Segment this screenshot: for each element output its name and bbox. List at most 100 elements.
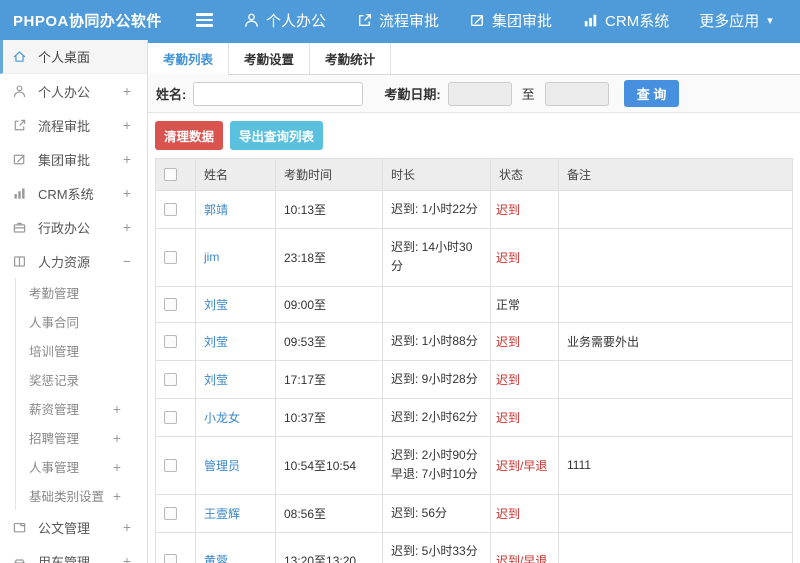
sidebar-item-label: 个人办公 [38,84,91,100]
sidebar-item-admin-office[interactable]: 行政办公 + [0,210,147,244]
sidebar-item-personal-office[interactable]: 个人办公 + [0,74,147,108]
tab-attendance-list[interactable]: 考勤列表 [148,43,230,75]
status-text: 迟到/早退 [496,458,548,473]
sidebar-item-basic-category-settings[interactable]: 基础类别设置 + [16,481,147,510]
topnav-item-personal-office[interactable]: 个人办公 [243,10,326,31]
attendance-time-text: 17:17至 [284,372,327,387]
flow-icon [356,12,373,29]
sidebar-item-training-management[interactable]: 培训管理 [16,336,147,365]
sidebar-item-personnel-management[interactable]: 人事管理 + [16,452,147,481]
row-checkbox-cell [155,285,196,323]
tab-attendance-settings[interactable]: 考勤设置 [229,43,311,74]
menu-toggle-button[interactable] [196,13,213,27]
column-header-label: 状态 [499,168,524,182]
top-navigation: 个人办公 流程审批 集团审批 CRM系统 更多应用 ▾ [243,10,773,31]
status-cell: 迟到/早退 [490,531,559,563]
status-text: 迟到 [496,334,521,349]
plus-icon: + [122,219,131,235]
attendance-time-text: 23:18至 [284,250,327,265]
sidebar-item-human-resources[interactable]: 人力资源 − [0,244,147,278]
row-checkbox[interactable] [164,334,177,348]
column-header: 状态 [490,158,559,191]
edit-icon [12,152,28,167]
sidebar-item-recruitment-management[interactable]: 招聘管理 + [16,423,147,452]
doc-icon [12,520,28,535]
chart-icon [12,186,28,201]
sidebar-subitem-label: 人事合同 [29,316,80,330]
note-cell [558,228,793,287]
attendance-time-text: 08:56至 [284,506,327,521]
attendance-time-cell: 10:37至 [275,397,383,438]
column-header: 备注 [558,158,793,191]
date-to-input[interactable] [544,81,609,106]
tab-label: 考勤列表 [163,53,214,67]
employee-name-cell: 刘莹 [195,321,276,361]
attendance-time-text: 10:37至 [284,411,327,426]
status-cell: 迟到 [490,493,559,533]
topnav-item-crm-system[interactable]: CRM系统 [582,10,669,31]
sidebar-item-vehicle-management[interactable]: 用车管理 + [0,544,147,563]
employee-name-link: 王壹辉 [204,506,241,521]
status-cell: 迟到 [490,228,559,287]
topnav-item-more-apps[interactable]: 更多应用 ▾ [699,10,773,31]
duration-cell: 迟到: 14小时30分 [382,228,491,287]
sidebar-item-attendance-management[interactable]: 考勤管理 [16,278,147,307]
row-checkbox[interactable] [164,372,177,386]
tab-bar: 考勤列表 考勤设置 考勤统计 [148,43,800,75]
sidebar-item-label: 行政办公 [38,220,91,236]
name-label: 姓名: [156,87,187,102]
select-all-checkbox[interactable] [164,168,177,181]
row-checkbox[interactable] [164,297,177,311]
topnav-item-label: 流程审批 [379,12,440,30]
table-row: jim 23:18至 迟到: 14小时30分 迟到 [155,228,793,287]
employee-name-cell: 刘莹 [195,285,276,323]
sidebar-item-reward-punishment-records[interactable]: 奖惩记录 [16,365,147,394]
query-button[interactable]: 查 询 [623,80,680,107]
employee-name-link: 刘莹 [204,372,229,387]
column-header: 时长 [382,158,491,191]
sidebar-item-personal-desktop[interactable]: 个人桌面 [0,40,147,74]
employee-name-link: jim [204,250,220,265]
row-checkbox[interactable] [164,411,177,425]
row-checkbox-cell [155,321,196,361]
sidebar-subitem-label: 奖惩记录 [29,374,80,388]
date-from-input[interactable] [447,81,512,106]
hamburger-icon [196,13,213,16]
row-checkbox[interactable] [164,458,177,472]
row-checkbox[interactable] [164,554,177,563]
sidebar: 个人桌面 个人办公 + 流程审批 + 集团审批 + CRM系统 + 行政办公 + 人力资源 − 考勤管理人… [0,40,148,563]
action-bar: 清理数据 导出查询列表 [148,113,800,158]
attendance-time-cell: 23:18至 [275,228,383,287]
status-text: 迟到 [496,411,521,426]
sidebar-item-label: 公文管理 [38,520,91,536]
clean-data-button[interactable]: 清理数据 [155,121,224,150]
attendance-time-cell: 10:13至 [275,189,383,230]
sidebar-item-group-approval[interactable]: 集团审批 + [0,142,147,176]
sidebar-item-crm-system[interactable]: CRM系统 + [0,176,147,210]
attendance-time-cell: 13:20至13:20 [275,531,383,563]
tab-attendance-stats[interactable]: 考勤统计 [310,43,392,74]
briefcase-icon [12,220,28,235]
sidebar-item-document-management[interactable]: 公文管理 + [0,510,147,544]
name-input[interactable] [193,81,364,106]
sidebar-item-workflow-approval[interactable]: 流程审批 + [0,108,147,142]
row-checkbox-cell [155,359,196,399]
duration-line: 迟到: 14小时30分 [391,240,473,274]
sidebar-item-label: 个人桌面 [38,50,91,65]
row-checkbox[interactable] [164,203,177,217]
person-icon [12,84,28,99]
sidebar-item-label: 集团审批 [38,152,91,168]
topnav-item-workflow-approval[interactable]: 流程审批 [356,10,439,31]
row-checkbox[interactable] [164,506,177,520]
export-query-list-button[interactable]: 导出查询列表 [230,121,324,150]
sidebar-item-personnel-contract[interactable]: 人事合同 [16,307,147,336]
home-icon [12,49,28,64]
row-checkbox[interactable] [164,250,177,264]
duration-line: 迟到: 2小时90分 [391,448,478,463]
top-header: PHPOA协同办公软件 个人办公 流程审批 集团审批 CRM系统 更多应用 ▾ [0,0,800,40]
topnav-item-group-approval[interactable]: 集团审批 [469,10,552,31]
duration-line: 迟到: 5小时33分 [391,543,478,558]
status-cell: 迟到 [490,321,559,361]
duration-cell [382,285,491,323]
sidebar-item-salary-management[interactable]: 薪资管理 + [16,394,147,423]
